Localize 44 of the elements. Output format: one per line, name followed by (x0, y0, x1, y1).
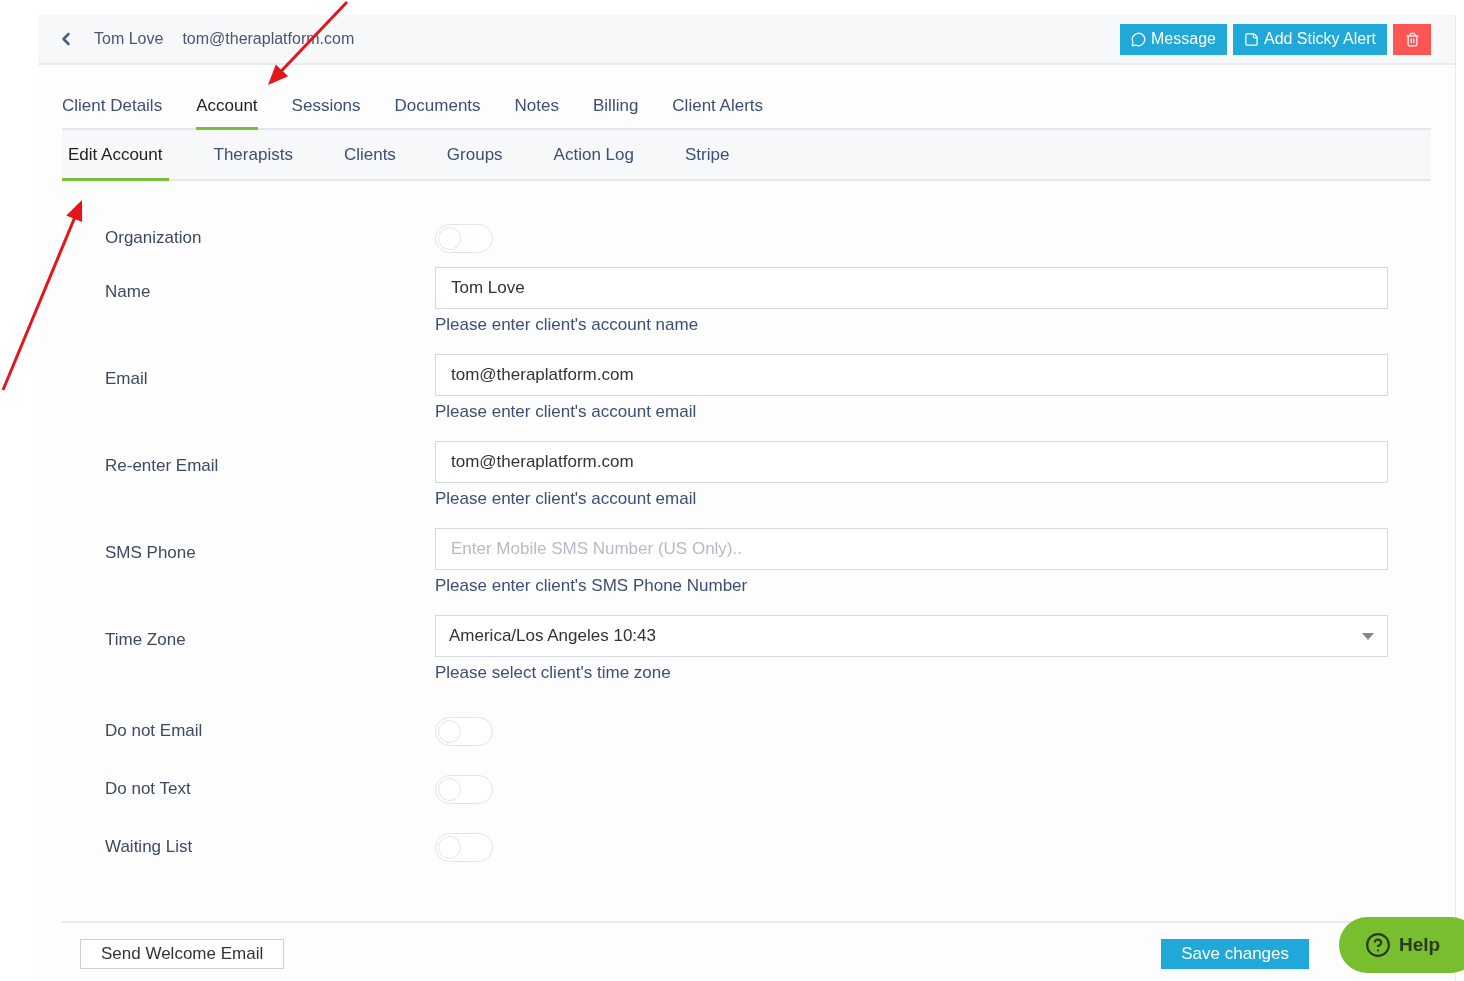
delete-button[interactable] (1393, 23, 1431, 55)
toggle-switch[interactable] (435, 223, 493, 253)
tab[interactable]: Notes (514, 85, 559, 130)
sub-tab[interactable]: Therapists (207, 129, 299, 181)
help-text: Please select client's time zone (435, 662, 672, 684)
help-text: Please enter client's account email (435, 401, 698, 423)
help-text: Please enter client's account email (435, 488, 698, 510)
text-input-field[interactable]: Enter Mobile SMS Number (US Only).. (435, 528, 1388, 570)
speech-bubble-icon (1131, 31, 1147, 47)
tab[interactable]: Client Details (62, 85, 163, 130)
text-input-field[interactable]: tom@theraplatform.com (435, 354, 1388, 396)
field-label: Organization (105, 227, 203, 250)
field-label: Name (105, 281, 152, 303)
client-name: Tom Love (94, 29, 164, 49)
field-label: SMS Phone (105, 542, 197, 564)
trash-icon (1404, 31, 1420, 47)
toggle-switch[interactable] (435, 832, 493, 862)
sub-tab[interactable]: Action Log (547, 129, 640, 181)
help-text: Please enter client's account name (435, 314, 700, 336)
tab[interactable]: Client Alerts (672, 85, 764, 130)
sticky-note-icon (1243, 31, 1259, 47)
tab[interactable]: Documents (394, 85, 481, 130)
help-button[interactable]: Help (1339, 917, 1464, 973)
toggle-switch[interactable] (435, 716, 493, 746)
sub-tab[interactable]: Groups (440, 129, 509, 181)
sub-tab[interactable]: Stripe (678, 129, 736, 181)
tab[interactable]: Billing (593, 85, 639, 130)
field-label: Re-enter Email (105, 455, 220, 477)
text-input-field[interactable]: tom@theraplatform.com (435, 441, 1388, 483)
field-label: Do not Email (105, 720, 204, 743)
send-welcome-email-button[interactable]: Send Welcome Email (80, 939, 285, 969)
field-label: Do not Text (105, 778, 192, 801)
field-label: Time Zone (105, 629, 187, 651)
help-text: Please enter client's SMS Phone Number (435, 575, 749, 597)
sub-tab[interactable]: Edit Account (62, 129, 169, 181)
field-label: Waiting List (105, 836, 194, 859)
tab[interactable]: Sessions (291, 85, 361, 130)
select-field[interactable]: America/Los Angeles 10:43 (435, 615, 1388, 657)
caret-icon (1362, 632, 1374, 640)
text-input-field[interactable]: Tom Love (435, 267, 1388, 309)
field-label: Email (105, 368, 149, 390)
help-icon (1365, 932, 1391, 958)
sub-tab[interactable]: Clients (337, 129, 402, 181)
toggle-switch[interactable] (435, 774, 493, 804)
